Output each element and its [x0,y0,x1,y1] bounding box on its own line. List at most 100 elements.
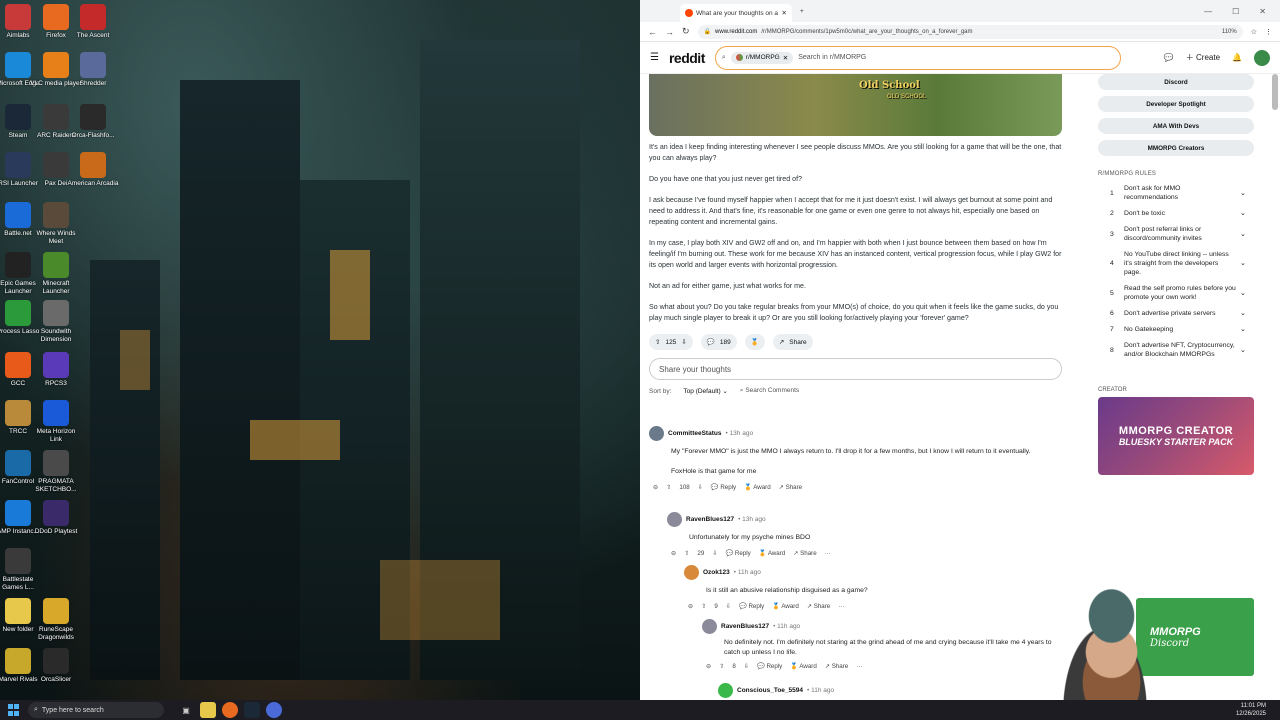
desktop-icon[interactable]: Where Winds Meet [30,202,82,246]
rule-item[interactable]: 1 Don't ask for MMO recommendations ⌄ [1098,184,1254,202]
award-button[interactable]: 🏅 [744,334,765,350]
comments-button[interactable]: 💬 189 [700,334,737,350]
desktop-icon[interactable]: OrcaSlicer [30,648,82,684]
comment-author[interactable]: CommitteeStatus [668,430,721,437]
sidebar-button-discord[interactable]: Discord [1098,74,1254,90]
downvote-icon[interactable]: ⇩ [698,484,703,491]
rule-item[interactable]: 3 Don't post referral links or discord/co… [1098,225,1254,243]
file-explorer-icon[interactable] [200,702,216,718]
post-image[interactable]: Old School OLD SCHOOL [649,74,1062,136]
chevron-down-icon[interactable]: ⌄ [1240,346,1254,355]
award-button[interactable]: 🏅 Award [790,662,817,670]
close-window-icon[interactable]: ✕ [1259,7,1266,16]
downvote-icon[interactable]: ⇩ [744,663,749,670]
sidebar-button-creators[interactable]: MMORPG Creators [1098,140,1254,156]
comment-author[interactable]: RavenBlues127 [686,516,734,523]
chevron-down-icon[interactable]: ⌄ [1240,230,1254,239]
menu-icon[interactable]: ⋮ [1265,28,1272,36]
notification-bell-icon[interactable]: 🔔 [1232,53,1242,62]
maximize-icon[interactable]: ☐ [1232,7,1239,16]
back-icon[interactable]: ← [648,27,657,37]
desktop-icon[interactable]: Battlestate Games L... [0,548,44,592]
chat-icon[interactable]: 💬 [1164,53,1174,62]
upvote-icon[interactable]: ⇧ [701,603,706,610]
reply-button[interactable]: 💬 Reply [739,602,764,610]
reload-icon[interactable]: ↻ [682,26,690,37]
more-options-icon[interactable]: ··· [825,550,831,557]
task-view-icon[interactable]: ▣ [178,702,194,718]
comment-input[interactable]: Share your thoughts [649,358,1062,380]
star-icon[interactable]: ☆ [1251,28,1257,36]
chevron-down-icon[interactable]: ⌄ [1240,309,1254,318]
avatar[interactable] [702,619,717,634]
subreddit-chip[interactable]: r/MMORPG ✕ [730,51,794,64]
desktop-icon[interactable]: PRAGMATA SKETCHBO... [30,450,82,494]
address-bar[interactable]: 🔒 www.reddit.com/r/MMORPG/comments/1pw5m… [697,24,1243,39]
downvote-icon[interactable]: ⇩ [712,550,717,557]
reply-button[interactable]: 💬 Reply [725,549,750,557]
upvote-icon[interactable]: ⇧ [666,484,671,491]
search-comments[interactable]: ⌕ Search Comments [740,387,799,395]
desktop-icon[interactable]: DDoD Playtest [30,500,82,536]
desktop-icon[interactable]: RPCS3 [30,352,82,388]
active-tab[interactable]: What are your thoughts on a 'fo ✕ [680,4,792,22]
windows-start-icon[interactable] [6,702,22,718]
share-button[interactable]: ↗ Share [807,603,830,610]
forward-icon[interactable]: → [665,27,674,37]
collapse-icon[interactable]: ⊖ [688,603,693,610]
avatar[interactable] [684,565,699,580]
more-options-icon[interactable]: ··· [838,603,844,610]
reply-button[interactable]: 💬 Reply [711,483,736,491]
rule-item[interactable]: 8 Don't advertise NFT, Cryptocurrency, an… [1098,341,1254,359]
downvote-icon[interactable]: ⇩ [726,603,731,610]
new-tab-icon[interactable]: + [800,8,804,15]
desktop-icon[interactable]: The Ascent [67,4,119,40]
minimize-icon[interactable]: — [1204,7,1212,16]
create-button[interactable]: ＋ Create [1186,52,1220,63]
share-button[interactable]: ↗ Share [825,663,848,670]
avatar[interactable] [718,683,733,698]
upvote-icon[interactable]: ⇧ [655,338,660,346]
chevron-down-icon[interactable]: ⌄ [1240,289,1254,298]
comment-author[interactable]: Ozok123 [703,569,730,576]
reply-button[interactable]: 💬 Reply [757,662,782,670]
collapse-icon[interactable]: ⊖ [671,550,676,557]
chip-close-icon[interactable]: ✕ [783,54,788,62]
chevron-down-icon[interactable]: ⌄ [1240,189,1254,198]
chevron-down-icon[interactable]: ⌄ [1240,209,1254,218]
desktop-icon[interactable]: RuneScape Dragonwilds [30,598,82,642]
collapse-icon[interactable]: ⊖ [706,663,711,670]
hamburger-menu-icon[interactable]: ☰ [650,52,659,63]
award-button[interactable]: 🏅 Award [744,483,771,491]
share-button[interactable]: ↗ Share [772,334,813,350]
desktop-icon[interactable]: Shredder [67,52,119,88]
collapse-icon[interactable]: ⊖ [653,484,658,491]
upvote-icon[interactable]: ⇧ [719,663,724,670]
zoom-level[interactable]: 110% [1222,29,1237,35]
steam-icon[interactable] [244,702,260,718]
sort-dropdown[interactable]: Top (Default) ⌄ [683,387,727,395]
rule-item[interactable]: 2 Don't be toxic ⌄ [1098,209,1254,218]
award-button[interactable]: 🏅 Award [772,602,799,610]
desktop-icon[interactable]: Meta Horizon Link [30,400,82,444]
upvote-icon[interactable]: ⇧ [684,550,689,557]
more-options-icon[interactable]: ··· [856,663,862,670]
avatar[interactable] [649,426,664,441]
creator-banner[interactable]: MMORPG CREATOR BLUESKY STARTER PACK [1098,397,1254,475]
desktop-icon[interactable]: Soundwith Dimension [30,300,82,344]
chevron-down-icon[interactable]: ⌄ [1240,259,1254,268]
rule-item[interactable]: 7 No Gatekeeping ⌄ [1098,325,1254,334]
sidebar-button-developer-spotlight[interactable]: Developer Spotlight [1098,96,1254,112]
browser-icon[interactable] [266,702,282,718]
desktop-icon[interactable]: Minecraft Launcher [30,252,82,296]
desktop-icon[interactable]: American Arcadia [67,152,119,188]
sidebar-button-ama[interactable]: AMA With Devs [1098,118,1254,134]
downvote-icon[interactable]: ⇩ [681,338,686,346]
comment-author[interactable]: Conscious_Toe_5594 [737,687,803,694]
avatar[interactable] [1254,49,1270,66]
chevron-down-icon[interactable]: ⌄ [1240,325,1254,334]
rule-item[interactable]: 6 Don't advertise private servers ⌄ [1098,309,1254,318]
scrollbar[interactable] [1272,74,1278,110]
taskbar-search[interactable]: ⌕ Type here to search [28,702,164,718]
share-button[interactable]: ↗ Share [779,484,802,491]
